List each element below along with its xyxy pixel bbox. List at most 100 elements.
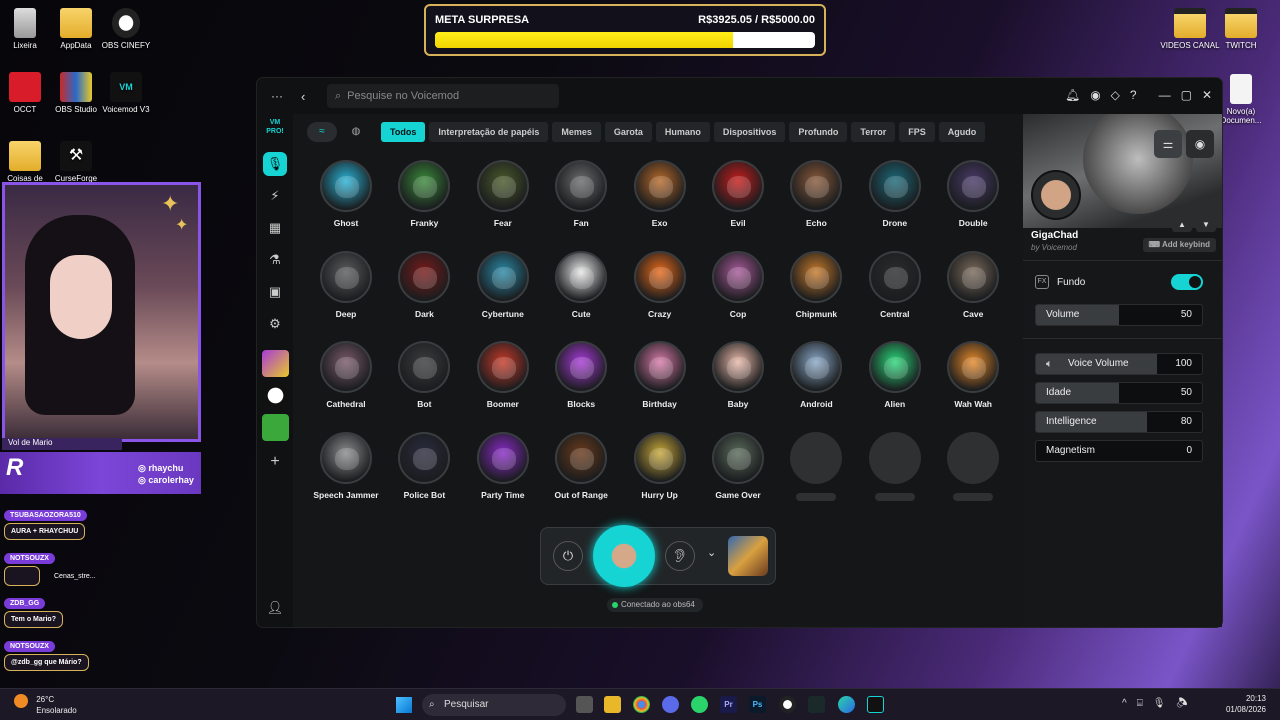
voice-card[interactable]: Franky [385,160,463,228]
soundboard-thumbnail[interactable] [728,536,768,576]
discord-icon[interactable]: ◉ [1090,88,1100,102]
chevron-up-icon[interactable]: ^ [1122,698,1137,709]
voice-card[interactable]: Bot [385,341,463,409]
soundboard-icon[interactable]: ▣ [263,280,287,304]
premiere-icon[interactable]: Pr [720,696,737,713]
voice-card[interactable]: Fear [464,160,542,228]
desktop-icon-twitch[interactable]: TWITCH [1206,8,1276,50]
network-icon[interactable]: ⌸ [1137,698,1153,709]
weather-widget[interactable]: 26°C Ensolarado [14,694,77,716]
voice-card[interactable]: Speech Jammer [307,431,385,500]
voice-card[interactable]: Evil [699,160,777,228]
voice-card[interactable]: Out of Range [542,431,620,500]
search-input[interactable] [347,90,548,102]
voice-card[interactable]: Police Bot [385,431,463,500]
sliders-icon[interactable]: ⚌ [1154,130,1182,158]
add-keybind-button[interactable]: ⌨ Add keybind [1142,238,1216,252]
voicelab-icon[interactable]: ⚗︎ [263,248,287,272]
diamond-icon[interactable]: ◇ [1111,88,1120,102]
voice-card[interactable]: Exo [621,160,699,228]
pinned-voice-thumbnail[interactable] [262,350,289,377]
app-icon[interactable] [808,696,825,713]
voice-card[interactable]: Cave [934,250,1012,319]
system-tray[interactable]: ^⌸🎙︎🔈︎ [1122,698,1198,709]
user-profile-icon[interactable]: 👤︎ [263,596,287,620]
voice-card[interactable]: Blocks [542,341,620,409]
voice-card[interactable]: Cybertune [464,250,542,319]
settings-gear-icon[interactable]: ⚙︎ [263,312,287,336]
maximize-icon[interactable]: ▢ [1181,88,1192,102]
intelligence-slider[interactable]: Intelligence 80 [1035,411,1203,433]
voice-card[interactable]: Ghost [307,160,385,228]
voice-card[interactable]: Drone [856,160,934,228]
hear-myself-icon[interactable]: 👂︎ [665,541,695,571]
pinned-voice-thumbnail[interactable] [262,382,289,409]
globe-icon[interactable]: ◍ [341,122,371,142]
voice-card[interactable]: Baby [699,341,777,409]
voice-card[interactable]: Wah Wah [934,341,1012,409]
voice-card[interactable]: Birthday [621,341,699,409]
chevron-down-icon[interactable]: ⌄ [707,546,716,559]
voice-card[interactable]: Deep [307,250,385,319]
voice-card[interactable]: Cop [699,250,777,319]
close-icon[interactable]: ✕ [1202,88,1212,102]
voice-card[interactable]: Android [777,341,855,409]
thumbs-down-icon[interactable]: ▼ [1196,218,1216,232]
record-icon[interactable]: ◉ [1186,130,1214,158]
category-tab[interactable]: FPS [899,122,935,142]
more-menu-icon[interactable]: ··· [271,89,293,103]
voice-card[interactable]: Crazy [621,250,699,319]
active-voice-avatar[interactable] [593,525,655,587]
photoshop-icon[interactable]: Ps [749,696,766,713]
obs-icon[interactable] [779,696,796,713]
category-tab[interactable]: Profundo [789,122,848,142]
file-explorer-icon[interactable] [604,696,621,713]
voice-changer-icon[interactable]: 🎙︎ [263,152,287,176]
category-tab[interactable]: Interpretação de papéis [429,122,549,142]
edge-icon[interactable] [838,696,855,713]
clock[interactable]: 20:13 01/08/2026 [1226,693,1266,715]
help-icon[interactable]: ? [1130,88,1137,102]
voice-card[interactable]: Cathedral [307,341,385,409]
chrome-icon[interactable] [633,696,650,713]
magnetism-slider[interactable]: Magnetism 0 [1035,440,1203,462]
volume-icon[interactable]: 🔈︎ [1175,698,1198,709]
volume-slider[interactable]: Volume 50 [1035,304,1203,326]
voice-volume-slider[interactable]: 🔈︎ Voice Volume 100 [1035,353,1203,375]
voice-card[interactable]: Game Over [699,431,777,500]
desktop-icon-obs-cinefy[interactable]: OBS CINEFY [91,8,161,50]
category-tab[interactable]: Memes [552,122,601,142]
minimize-icon[interactable]: — [1159,88,1171,102]
desktop-icon-voicemod[interactable]: VM Voicemod V3 [91,72,161,114]
voice-card[interactable]: Alien [856,341,934,409]
voice-card[interactable]: Chipmunk [777,250,855,319]
voice-card[interactable]: Dark [385,250,463,319]
voice-card[interactable]: Fan [542,160,620,228]
voice-card[interactable]: Boomer [464,341,542,409]
background-effect-toggle[interactable] [1171,274,1203,290]
voice-card[interactable]: Echo [777,160,855,228]
whatsapp-icon[interactable] [691,696,708,713]
voice-card[interactable]: Cute [542,250,620,319]
power-icon[interactable]: ⏻ [553,541,583,571]
voicemod-icon[interactable] [867,696,884,713]
taskbar-search[interactable]: ⌕ Pesquisar [422,694,566,716]
age-slider[interactable]: Idade 50 [1035,382,1203,404]
add-icon[interactable]: + [263,450,287,474]
discord-icon[interactable] [662,696,679,713]
voice-card[interactable]: Double [934,160,1012,228]
category-tab[interactable]: Humano [655,122,710,142]
microphone-icon[interactable]: 🎙︎ [1153,698,1176,709]
task-view-icon[interactable] [576,696,593,713]
search-box[interactable]: ⌕ [327,84,559,108]
desktop-icon-curseforge[interactable]: ⚒ CurseForge [41,141,111,183]
category-tab[interactable]: Dispositivos [713,122,786,142]
effects-icon[interactable]: ⚡︎ [263,184,287,208]
voice-card[interactable]: Party Time [464,431,542,500]
voice-card[interactable]: Hurry Up [621,431,699,500]
voice-card[interactable]: Central [856,250,934,319]
category-tab[interactable]: Agudo [938,122,986,142]
voicemod-filter-toggle[interactable]: ≈ [307,122,337,142]
thumbs-up-icon[interactable]: ▲ [1172,218,1192,232]
windows-start-icon[interactable] [396,697,412,713]
